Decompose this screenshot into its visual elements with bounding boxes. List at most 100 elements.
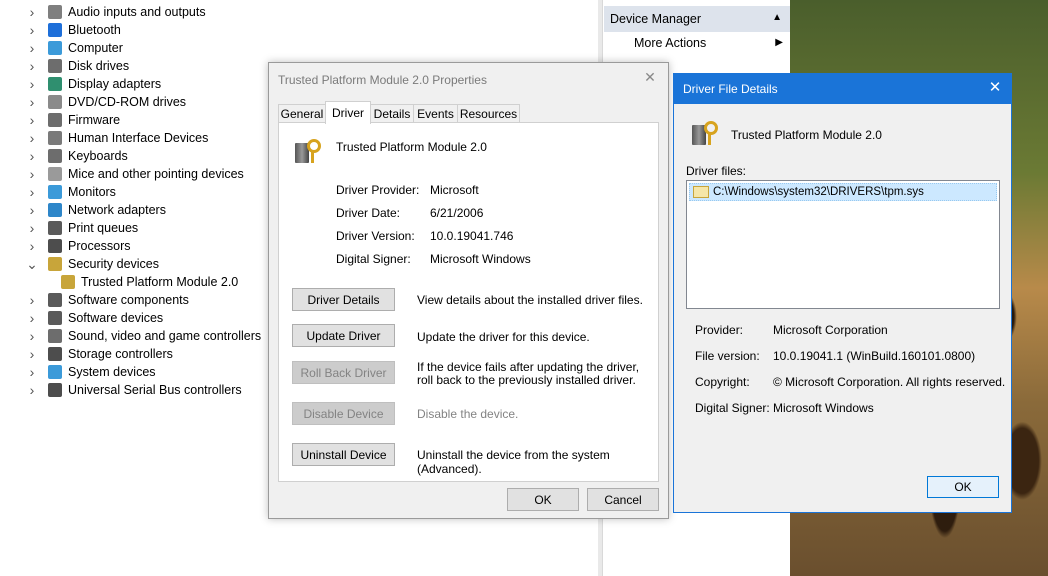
more-actions-item[interactable]: More Actions: [634, 36, 706, 50]
tree-item[interactable]: › Print queues: [26, 219, 139, 237]
chevron-right-icon[interactable]: ›: [26, 291, 38, 309]
provider-value: Microsoft Corporation: [773, 323, 888, 337]
digital-signer-value: Microsoft Windows: [773, 401, 874, 415]
tree-item-label: Keyboards: [68, 149, 128, 163]
disk-drive-icon: [48, 59, 62, 73]
update-driver-button[interactable]: Update Driver: [292, 324, 395, 347]
chevron-right-icon[interactable]: ›: [26, 309, 38, 327]
tree-item[interactable]: › System devices: [26, 363, 156, 381]
list-item[interactable]: C:\Windows\system32\DRIVERS\tpm.sys: [689, 183, 997, 201]
actions-header-device-manager[interactable]: Device Manager ▲: [604, 6, 790, 32]
tab-driver[interactable]: Driver: [325, 101, 371, 124]
tree-item[interactable]: › Sound, video and game controllers: [26, 327, 262, 345]
tree-item-label: Software devices: [68, 311, 164, 325]
tree-item[interactable]: › Disk drives: [26, 57, 129, 75]
file-version-label: File version:: [695, 349, 760, 363]
tree-item[interactable]: › Human Interface Devices: [26, 129, 209, 147]
chevron-right-icon[interactable]: ›: [26, 57, 38, 75]
tree-item-label: Network adapters: [68, 203, 166, 217]
disable-device-button[interactable]: Disable Device: [292, 402, 395, 425]
tree-item[interactable]: › Bluetooth: [26, 21, 121, 39]
tree-item[interactable]: › Display adapters: [26, 75, 161, 93]
chevron-right-icon[interactable]: ›: [26, 363, 38, 381]
tree-item[interactable]: › Software components: [26, 291, 189, 309]
driver-provider-value: Microsoft: [430, 183, 479, 197]
cancel-button[interactable]: Cancel: [587, 488, 659, 511]
tpm-icon: [61, 275, 75, 289]
uninstall-device-button[interactable]: Uninstall Device: [292, 443, 395, 466]
chevron-right-icon[interactable]: ›: [26, 147, 38, 165]
tree-item[interactable]: › DVD/CD-ROM drives: [26, 93, 186, 111]
chevron-right-icon[interactable]: ›: [26, 93, 38, 111]
driver-details-button[interactable]: Driver Details: [292, 288, 395, 311]
ok-button[interactable]: OK: [507, 488, 579, 511]
tree-item[interactable]: › Keyboards: [26, 147, 128, 165]
tree-item-label: Security devices: [68, 257, 160, 271]
chevron-right-icon[interactable]: ›: [26, 111, 38, 129]
tree-item-label: Human Interface Devices: [68, 131, 209, 145]
uninstall-device-description: Uninstall the device from the system (Ad…: [417, 448, 610, 476]
chevron-right-icon[interactable]: ›: [26, 21, 38, 39]
dialog-title: Driver File Details: [683, 82, 778, 96]
keyboard-icon: [48, 149, 62, 163]
tpm-device-icon: [690, 119, 718, 147]
tree-item-label: Mice and other pointing devices: [68, 167, 244, 181]
file-path: C:\Windows\system32\DRIVERS\tpm.sys: [713, 186, 924, 198]
chevron-right-icon[interactable]: ›: [26, 129, 38, 147]
chevron-right-icon[interactable]: ›: [26, 39, 38, 57]
dialog-title-bar[interactable]: Driver File Details ✕: [674, 74, 1011, 104]
chevron-right-icon[interactable]: ›: [26, 75, 38, 93]
tab-details[interactable]: Details: [370, 104, 414, 124]
tree-item[interactable]: › Firmware: [26, 111, 120, 129]
collapse-up-icon[interactable]: ▲: [772, 12, 782, 23]
tree-item[interactable]: › Software devices: [26, 309, 164, 327]
chevron-right-icon[interactable]: ›: [26, 381, 38, 399]
driver-files-list[interactable]: C:\Windows\system32\DRIVERS\tpm.sys: [686, 180, 1000, 309]
tree-item-label: System devices: [68, 365, 156, 379]
chevron-right-icon[interactable]: ›: [26, 3, 38, 21]
ok-button[interactable]: OK: [927, 476, 999, 498]
usb-icon: [48, 383, 62, 397]
tpm-device-icon: [293, 137, 321, 165]
roll-back-driver-button[interactable]: Roll Back Driver: [292, 361, 395, 384]
chevron-right-icon[interactable]: ›: [26, 345, 38, 363]
software-component-icon: [48, 293, 62, 307]
tree-item[interactable]: › Mice and other pointing devices: [26, 165, 244, 183]
driver-details-description: View details about the installed driver …: [417, 293, 643, 307]
tree-item[interactable]: › Processors: [26, 237, 131, 255]
tree-child-item[interactable]: Trusted Platform Module 2.0: [41, 273, 238, 291]
tree-item[interactable]: › Storage controllers: [26, 345, 173, 363]
tree-item[interactable]: › Universal Serial Bus controllers: [26, 381, 242, 399]
digital-signer-value: Microsoft Windows: [430, 252, 531, 266]
processor-icon: [48, 239, 62, 253]
tree-item[interactable]: ⌄ Security devices: [26, 255, 159, 273]
chevron-right-icon[interactable]: ›: [26, 237, 38, 255]
close-icon[interactable]: ✕: [640, 67, 660, 87]
printer-icon: [48, 221, 62, 235]
provider-label: Provider:: [695, 323, 744, 337]
chevron-right-icon[interactable]: ›: [26, 201, 38, 219]
chevron-down-icon[interactable]: ⌄: [26, 255, 38, 273]
tree-item-label: Disk drives: [68, 59, 130, 73]
tree-item[interactable]: › Computer: [26, 39, 123, 57]
security-device-icon: [48, 257, 62, 271]
chevron-right-icon[interactable]: ›: [26, 183, 38, 201]
tree-item[interactable]: › Monitors: [26, 183, 116, 201]
driver-date-value: 6/21/2006: [430, 206, 484, 220]
digital-signer-label: Digital Signer:: [695, 401, 770, 415]
submenu-arrow-icon: ▶: [775, 37, 783, 48]
file-icon: [693, 186, 709, 198]
tree-item[interactable]: › Network adapters: [26, 201, 166, 219]
driver-provider-label: Driver Provider:: [336, 183, 420, 197]
chevron-right-icon[interactable]: ›: [26, 327, 38, 345]
storage-controller-icon: [48, 347, 62, 361]
close-icon[interactable]: ✕: [985, 78, 1005, 98]
tree-item[interactable]: › Audio inputs and outputs: [26, 3, 206, 21]
chevron-right-icon[interactable]: ›: [26, 165, 38, 183]
tab-general[interactable]: General: [278, 104, 326, 124]
dvd-icon: [48, 95, 62, 109]
driver-files-label: Driver files:: [686, 164, 747, 178]
tab-events[interactable]: Events: [413, 104, 458, 124]
chevron-right-icon[interactable]: ›: [26, 219, 38, 237]
tab-resources[interactable]: Resources: [457, 104, 520, 124]
